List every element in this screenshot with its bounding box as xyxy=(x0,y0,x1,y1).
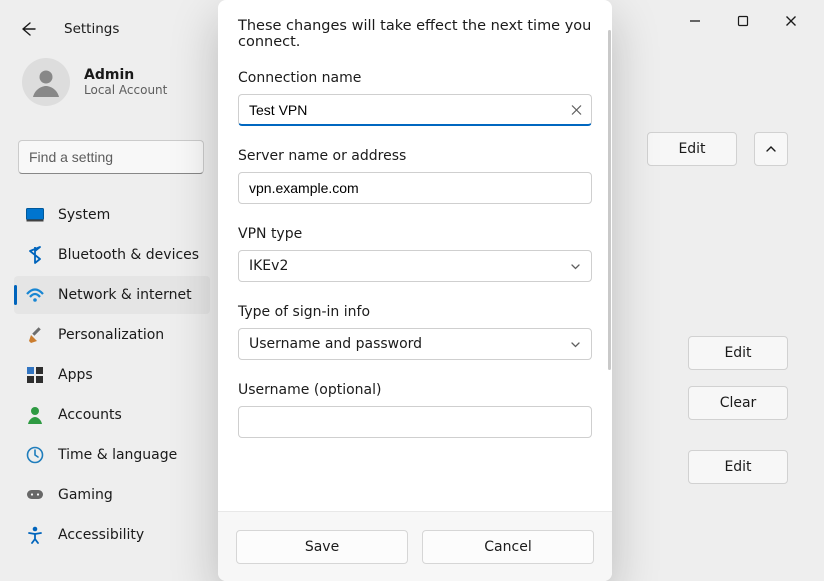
connection-name-label: Connection name xyxy=(238,70,592,86)
dialog-footer: Save Cancel xyxy=(218,511,612,581)
dialog-intro-text: These changes will take effect the next … xyxy=(238,18,592,50)
save-button[interactable]: Save xyxy=(236,530,408,564)
chevron-down-icon xyxy=(570,261,581,272)
vpn-type-label: VPN type xyxy=(238,226,592,242)
signin-value: Username and password xyxy=(249,336,422,352)
cancel-button[interactable]: Cancel xyxy=(422,530,594,564)
signin-label: Type of sign-in info xyxy=(238,304,592,320)
username-label: Username (optional) xyxy=(238,382,592,398)
signin-select[interactable]: Username and password xyxy=(238,328,592,360)
vpn-type-select[interactable]: IKEv2 xyxy=(238,250,592,282)
clear-input-icon[interactable] xyxy=(571,105,582,116)
server-label: Server name or address xyxy=(238,148,592,164)
username-input[interactable] xyxy=(238,406,592,438)
vpn-type-value: IKEv2 xyxy=(249,258,288,274)
vpn-edit-dialog: These changes will take effect the next … xyxy=(218,0,612,581)
connection-name-input[interactable] xyxy=(238,94,592,126)
server-input[interactable] xyxy=(238,172,592,204)
chevron-down-icon xyxy=(570,339,581,350)
dialog-scrollbar[interactable] xyxy=(608,30,611,370)
